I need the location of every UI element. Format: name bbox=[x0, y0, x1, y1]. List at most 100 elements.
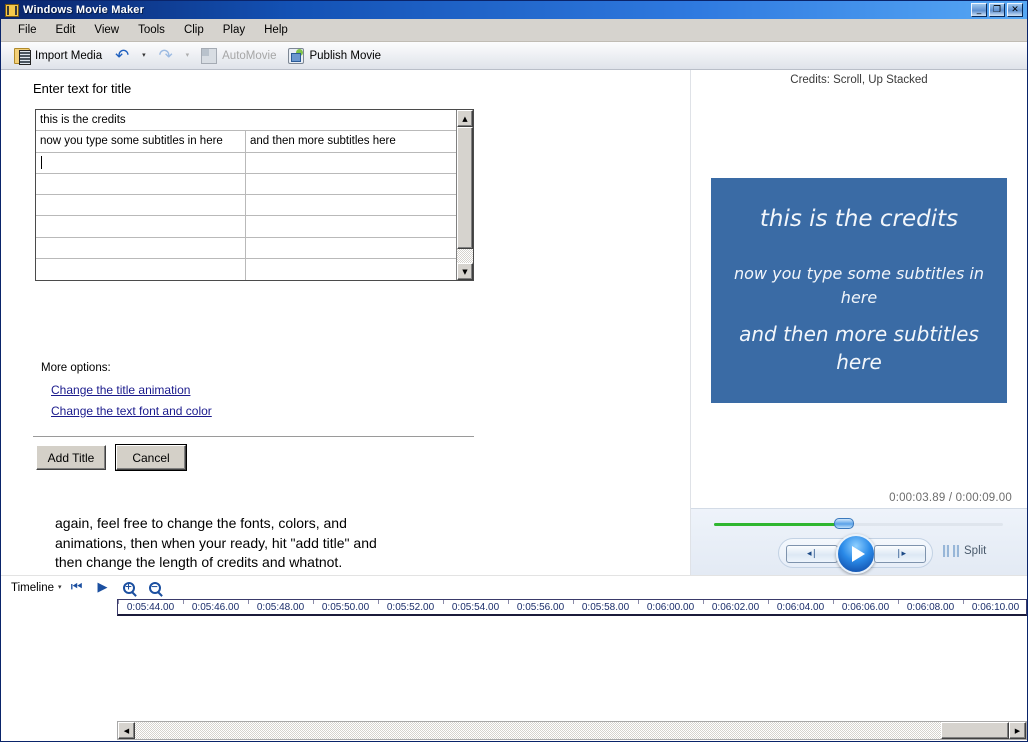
redo-button[interactable]: ↷ bbox=[153, 46, 179, 66]
scroll-left-button[interactable]: ◀ bbox=[118, 722, 135, 739]
publish-movie-button[interactable]: Publish Movie bbox=[283, 46, 386, 66]
rewind-to-start-button[interactable]: ⏮ bbox=[66, 578, 88, 598]
window-title: Windows Movie Maker bbox=[23, 4, 145, 16]
play-button[interactable] bbox=[836, 534, 876, 574]
preview-screen[interactable]: this is the credits now you type some su… bbox=[711, 178, 1007, 403]
minimize-button[interactable]: _ bbox=[971, 3, 987, 17]
add-title-button[interactable]: Add Title bbox=[36, 445, 106, 470]
timeline-mode-label[interactable]: Timeline bbox=[11, 582, 54, 594]
horizontal-scroll-thumb[interactable] bbox=[941, 722, 1009, 739]
scroll-down-button[interactable]: ▼ bbox=[457, 263, 473, 280]
timeline-toolbar: Timeline ▾ ⏮ ▶ + − bbox=[1, 575, 1027, 599]
menu-bar: File Edit View Tools Clip Play Help bbox=[1, 19, 1027, 42]
split-button[interactable]: Split bbox=[943, 545, 986, 557]
horizontal-scroll-track[interactable] bbox=[135, 722, 1009, 739]
timeline-horizontal-scrollbar[interactable]: ◀ ▶ bbox=[117, 721, 1027, 740]
zoom-out-button[interactable]: − bbox=[144, 578, 166, 598]
title-cell-7-1[interactable] bbox=[246, 259, 456, 280]
title-grid-rows: this is the credits now you type some su… bbox=[36, 110, 456, 280]
title-cell-7-0[interactable] bbox=[36, 258, 246, 280]
import-media-label: Import Media bbox=[35, 49, 103, 62]
close-icon: ✕ bbox=[1011, 4, 1019, 15]
import-media-button[interactable]: Import Media bbox=[9, 46, 107, 66]
title-cell-4-0[interactable] bbox=[36, 195, 246, 216]
timeline-corner bbox=[1, 721, 117, 740]
app-film-strip-icon bbox=[5, 3, 19, 17]
import-media-icon bbox=[14, 47, 31, 65]
change-text-font-color-link[interactable]: Change the text font and color bbox=[51, 404, 212, 418]
publish-movie-label: Publish Movie bbox=[309, 49, 382, 62]
table-row[interactable] bbox=[36, 237, 456, 259]
ruler-tick: 0:05:52.00 bbox=[378, 600, 443, 614]
menu-tools[interactable]: Tools bbox=[129, 21, 174, 39]
scroll-up-button[interactable]: ▲ bbox=[457, 110, 473, 127]
undo-button[interactable]: ↶ bbox=[109, 46, 135, 66]
chevron-down-icon: ▾ bbox=[142, 51, 146, 59]
title-cell-2-1[interactable] bbox=[246, 153, 456, 173]
time-readout: 0:00:03.89 / 0:00:09.00 bbox=[889, 492, 1012, 504]
menu-help[interactable]: Help bbox=[255, 21, 297, 39]
close-button[interactable]: ✕ bbox=[1007, 3, 1023, 17]
timeline-tracks: Video ⊞ Audio/Music Title Overlay norris… bbox=[1, 616, 1027, 719]
previous-frame-button[interactable]: ◂❘ bbox=[786, 545, 838, 563]
ruler-tick: 0:05:54.00 bbox=[443, 600, 508, 614]
menu-view[interactable]: View bbox=[85, 21, 128, 39]
preview-title-line: this is the credits bbox=[759, 205, 959, 232]
seek-progress-fill bbox=[714, 523, 839, 526]
title-cell-2-0[interactable] bbox=[36, 152, 246, 173]
table-row[interactable] bbox=[36, 216, 456, 238]
menu-play[interactable]: Play bbox=[214, 21, 254, 39]
seek-thumb[interactable] bbox=[833, 518, 854, 529]
table-row[interactable]: now you type some subtitles in here and … bbox=[36, 131, 456, 153]
title-cell-5-0[interactable] bbox=[36, 216, 246, 237]
enter-text-heading: Enter text for title bbox=[33, 81, 132, 96]
table-row[interactable] bbox=[36, 173, 456, 195]
timeline-ruler[interactable]: 0:05:44.00 0:05:46.00 0:05:48.00 0:05:50… bbox=[117, 599, 1027, 616]
menu-clip[interactable]: Clip bbox=[175, 21, 213, 39]
scroll-right-button[interactable]: ▶ bbox=[1009, 722, 1026, 739]
timeline-play-button[interactable]: ▶ bbox=[92, 578, 114, 598]
scroll-track[interactable] bbox=[457, 127, 473, 263]
next-frame-button[interactable]: ❘▸ bbox=[874, 545, 926, 563]
ruler-tick: 0:05:46.00 bbox=[183, 600, 248, 614]
change-title-animation-link[interactable]: Change the title animation bbox=[51, 383, 190, 397]
redo-icon: ↷ bbox=[158, 45, 173, 66]
automovie-icon bbox=[201, 47, 218, 64]
ruler-tick: 0:06:02.00 bbox=[703, 600, 768, 614]
restore-button[interactable]: ❐ bbox=[989, 3, 1005, 17]
automovie-button[interactable]: AutoMovie bbox=[196, 46, 281, 66]
ruler-tick: 0:05:48.00 bbox=[248, 600, 313, 614]
transport-controls: ◂❘ ❘▸ bbox=[778, 534, 933, 574]
title-cell-1-0[interactable]: now you type some subtitles in here bbox=[36, 131, 246, 152]
title-cell-3-1[interactable] bbox=[246, 174, 456, 194]
zoom-out-icon: − bbox=[148, 581, 161, 594]
zoom-in-button[interactable]: + bbox=[118, 578, 140, 598]
timeline-mode-chevron-down-icon[interactable]: ▾ bbox=[58, 580, 62, 596]
title-cell-6-0[interactable] bbox=[36, 237, 246, 258]
title-cell-0-0[interactable]: this is the credits bbox=[36, 110, 456, 130]
table-row[interactable]: this is the credits bbox=[36, 110, 456, 132]
menu-file[interactable]: File bbox=[9, 21, 46, 39]
title-cell-4-1[interactable] bbox=[246, 195, 456, 215]
title-cell-1-1[interactable]: and then more subtitles here bbox=[246, 131, 456, 151]
title-cell-5-1[interactable] bbox=[246, 216, 456, 236]
undo-dropdown-button[interactable]: ▾ bbox=[137, 46, 151, 66]
table-row[interactable] bbox=[36, 152, 456, 174]
seek-slider[interactable] bbox=[714, 518, 1003, 529]
title-cell-3-0[interactable] bbox=[36, 173, 246, 194]
title-grid-scrollbar[interactable]: ▲ ▼ bbox=[456, 110, 473, 280]
automovie-label: AutoMovie bbox=[222, 49, 277, 62]
ruler-tick: 0:05:56.00 bbox=[508, 600, 573, 614]
table-row[interactable] bbox=[36, 258, 456, 280]
more-options-label: More options: bbox=[41, 362, 111, 374]
menu-edit[interactable]: Edit bbox=[47, 21, 85, 39]
window-controls: _ ❐ ✕ bbox=[971, 3, 1025, 17]
cancel-button[interactable]: Cancel bbox=[115, 444, 187, 471]
redo-dropdown-button[interactable]: ▾ bbox=[181, 46, 195, 66]
undo-icon: ↶ bbox=[114, 45, 130, 66]
scroll-thumb[interactable] bbox=[457, 127, 473, 249]
title-cell-6-1[interactable] bbox=[246, 238, 456, 258]
title-text-grid[interactable]: this is the credits now you type some su… bbox=[35, 109, 474, 281]
table-row[interactable] bbox=[36, 195, 456, 217]
ruler-tick: 0:05:44.00 bbox=[118, 600, 183, 614]
